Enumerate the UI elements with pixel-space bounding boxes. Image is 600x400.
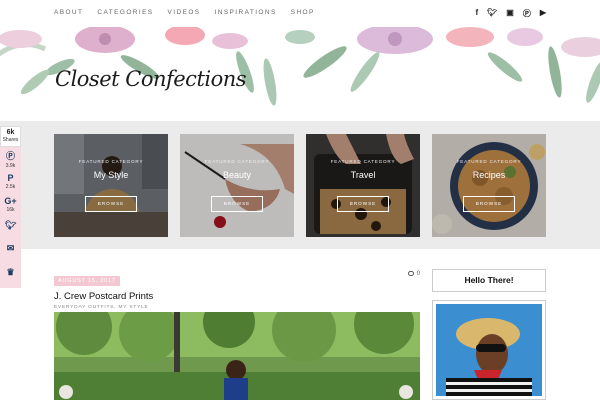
post-photo [54,312,420,400]
google-plus-icon: G+ [4,196,17,206]
share-count: 6k Shares [0,126,21,147]
share-total-label: Shares [2,137,19,143]
share-total: 6k [6,129,15,136]
featured-card-recipes[interactable]: FEATURED CATEGORY Recipes BROWSE [432,134,546,237]
card-kicker: FEATURED CATEGORY [204,159,270,164]
comment-count: 0 [416,271,420,278]
sidebar: Hello There! [432,269,546,400]
post-categories[interactable]: EVERYDAY OUTFITS, MY STYLE [54,305,420,310]
featured-categories: FEATURED CATEGORY My Style BROWSE FEATUR… [0,121,600,249]
comment-icon [407,271,414,276]
share-email-button[interactable]: ✉ [0,241,21,265]
author-avatar [432,300,546,400]
blog-post: AUGUST 15, 2017 0 J. Crew Postcard Print… [54,269,420,400]
nav-item-shop[interactable]: SHOP [291,9,315,16]
share-pinterest-p-button[interactable]: P 2.5k [0,170,21,194]
about-widget-title: Hello There! [432,269,546,292]
site-logo[interactable]: Closet Confections [55,67,247,91]
card-title: My Style [93,170,129,180]
author-photo [436,304,542,396]
nav-item-categories[interactable]: CATEGORIES [97,9,153,16]
browse-button[interactable]: BROWSE [85,196,137,212]
browse-button[interactable]: BROWSE [463,196,515,212]
featured-card-travel[interactable]: FEATURED CATEGORY Travel BROWSE [306,134,420,237]
share-rail: 6k Shares Ⓟ 3.9k P 2.5k G+ 16k 🐦︎ ✉ ♛ [0,126,21,288]
post-comments[interactable]: 0 [407,271,420,278]
email-icon: ✉ [6,243,15,253]
post-date: AUGUST 15, 2017 [54,276,120,286]
pinterest-icon[interactable]: Ⓟ [523,8,531,19]
card-title: Travel [350,170,376,180]
instagram-icon[interactable]: ▣ [506,8,514,19]
card-overlay [180,134,294,237]
share-button-count: 16k [6,207,15,213]
browse-button[interactable]: BROWSE [211,196,263,212]
share-twitter-button[interactable]: 🐦︎ [0,217,21,241]
main-menu: ABOUT CATEGORIES VIDEOS INSPIRATIONS SHO… [54,9,315,16]
featured-card-beauty[interactable]: FEATURED CATEGORY Beauty BROWSE [180,134,294,237]
nav-item-about[interactable]: ABOUT [54,9,83,16]
site-header: Closet Confections [0,27,600,121]
card-title: Recipes [472,170,506,180]
featured-card-my-style[interactable]: FEATURED CATEGORY My Style BROWSE [54,134,168,237]
card-overlay [432,134,546,237]
pinterest-icon: Ⓟ [5,151,15,161]
share-button-count: 3.9k [5,163,16,169]
card-title: Beauty [222,170,252,180]
nav-item-inspirations[interactable]: INSPIRATIONS [215,9,277,16]
share-button-count: 2.5k [5,183,16,190]
nav-item-videos[interactable]: VIDEOS [168,9,201,16]
youtube-icon[interactable]: ▶ [540,8,546,19]
card-overlay [306,134,420,237]
top-navigation: ABOUT CATEGORIES VIDEOS INSPIRATIONS SHO… [0,0,600,27]
card-kicker: FEATURED CATEGORY [456,159,522,164]
card-kicker: FEATURED CATEGORY [330,159,396,164]
pinterest-p-icon: P [7,172,14,183]
browse-button[interactable]: BROWSE [337,196,389,212]
twitter-icon[interactable]: 🐦︎ [487,8,497,19]
share-crown-button[interactable]: ♛ [0,264,21,288]
post-title[interactable]: J. Crew Postcard Prints [54,291,420,302]
post-image[interactable] [54,312,420,400]
social-links: f 🐦︎ ▣ Ⓟ ▶ [475,8,546,19]
card-kicker: FEATURED CATEGORY [78,159,144,164]
facebook-icon[interactable]: f [475,8,478,19]
share-google-plus-button[interactable]: G+ 16k [0,194,21,218]
card-overlay [54,134,168,237]
share-pinterest-button[interactable]: Ⓟ 3.9k [0,147,21,171]
twitter-icon: 🐦︎ [4,219,17,230]
crown-icon: ♛ [6,266,15,277]
